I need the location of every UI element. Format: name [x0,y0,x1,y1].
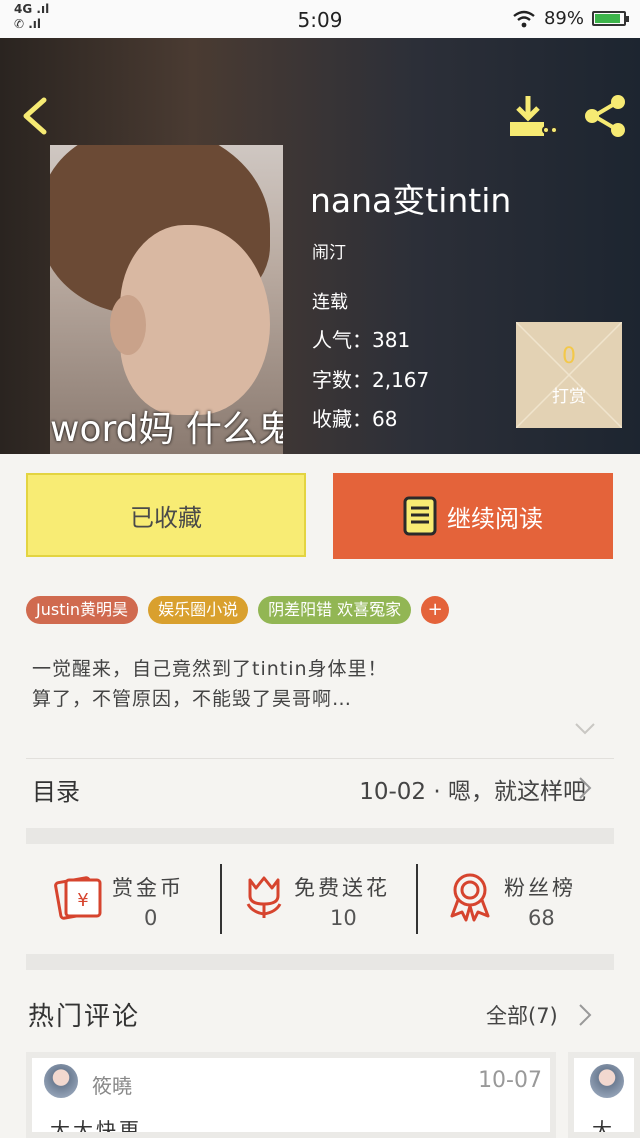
comment-card[interactable]: 大 [568,1052,640,1138]
divider [26,758,614,759]
reward-label: 免费送花 [294,876,390,900]
battery-percent: 89% [543,8,584,29]
download-icon[interactable] [508,94,558,138]
battery-icon [592,11,629,26]
tip-count: 0 [562,344,576,369]
word-count-label: 字数： [312,368,372,392]
comment-text: 大大快更 [50,1118,142,1138]
collected-button[interactable]: 已收藏 [26,473,306,557]
avatar[interactable] [44,1064,78,1098]
envelope-icon [516,322,622,428]
reward-value: 10 [330,906,357,930]
avatar[interactable] [590,1064,624,1098]
tag-item[interactable]: 阴差阳错 欢喜冤家 [258,596,412,624]
reward-label: 粉丝榜 [504,876,576,900]
synopsis-line: 算了，不管原因，不能毁了昊哥啊… [32,688,353,710]
word-count-value: 2,167 [372,368,430,392]
popularity-value: 381 [372,328,411,352]
comment-user[interactable]: 筱曉 [92,1070,132,1099]
section-separator [26,954,614,970]
continue-reading-label: 继续阅读 [447,504,543,533]
section-separator [26,828,614,844]
book-title: nana变tintin [310,181,512,220]
hot-comments-title: 热门评论 [28,1002,141,1032]
latest-chapter-link[interactable]: 10-02 · 嗯，就这样吧 [359,772,586,806]
book-cover[interactable]: word妈 什么鬼 [50,145,283,454]
fan-ranking[interactable]: 粉丝榜 68 [418,848,614,956]
tip-label: 打赏 [552,387,586,407]
synopsis-line: 一觉醒来，自己竟然到了tintin身体里！ [32,658,388,680]
wifi-icon [513,10,535,27]
comment-card[interactable]: 筱曉 10-07 大大快更 [26,1052,556,1138]
book-status: 连载 [312,292,348,313]
flower-icon [246,876,282,918]
reward-value: 0 [144,906,158,930]
all-comments-link[interactable]: 全部(7) [486,1000,558,1030]
chevron-right-icon[interactable] [578,1003,592,1027]
reward-value: 68 [528,906,555,930]
free-flower-reward[interactable]: 免费送花 10 [222,848,418,956]
back-arrow-icon[interactable] [18,96,52,136]
share-icon[interactable] [582,94,628,138]
tag-item[interactable]: Justin黄明昊 [26,596,139,624]
book-author[interactable]: 闹汀 [312,238,346,263]
favorites-value: 68 [372,407,398,431]
popularity-label: 人气： [312,328,372,352]
fan-ranking-icon [450,873,490,922]
synopsis: 一觉醒来，自己竟然到了tintin身体里！ 算了，不管原因，不能毁了昊哥啊… [32,654,388,714]
gold-coin-icon: ¥ [54,876,102,920]
svg-text:¥: ¥ [77,890,88,911]
popularity-stat: 人气：381 [312,324,410,353]
reward-row: ¥ 赏金币 0 免费送花 10 粉丝榜 68 [26,848,614,956]
cover-ear [110,295,146,355]
cover-caption: word妈 什么鬼 [50,409,283,450]
add-tag-button[interactable]: + [421,596,450,624]
reward-label: 赏金币 [112,876,184,900]
book-header: word妈 什么鬼 nana变tintin 闹汀 连载 人气：381 字数：2,… [0,38,640,454]
battery-fill [595,14,620,23]
word-count-stat: 字数：2,167 [312,364,429,393]
toc-label[interactable]: 目录 [32,772,80,807]
expand-chevron-icon[interactable] [574,722,596,736]
comment-text: 大 [592,1118,615,1138]
tag-item[interactable]: 娱乐圈小说 [148,596,249,624]
tag-list: Justin黄明昊 娱乐圈小说 阴差阳错 欢喜冤家 + [26,596,450,624]
book-icon [403,496,437,536]
comment-date: 10-07 [478,1068,542,1093]
favorites-stat: 收藏：68 [312,403,397,432]
collected-label: 已收藏 [130,503,202,532]
tip-button[interactable]: 0 打赏 [516,322,622,428]
status-bar: 4G .ıl ✆ .ıl 5:09 89% [0,0,640,38]
chevron-right-icon[interactable] [578,776,592,800]
continue-reading-button[interactable]: 继续阅读 [333,473,613,559]
favorites-label: 收藏： [312,407,372,431]
gold-coin-reward[interactable]: ¥ 赏金币 0 [26,848,222,956]
